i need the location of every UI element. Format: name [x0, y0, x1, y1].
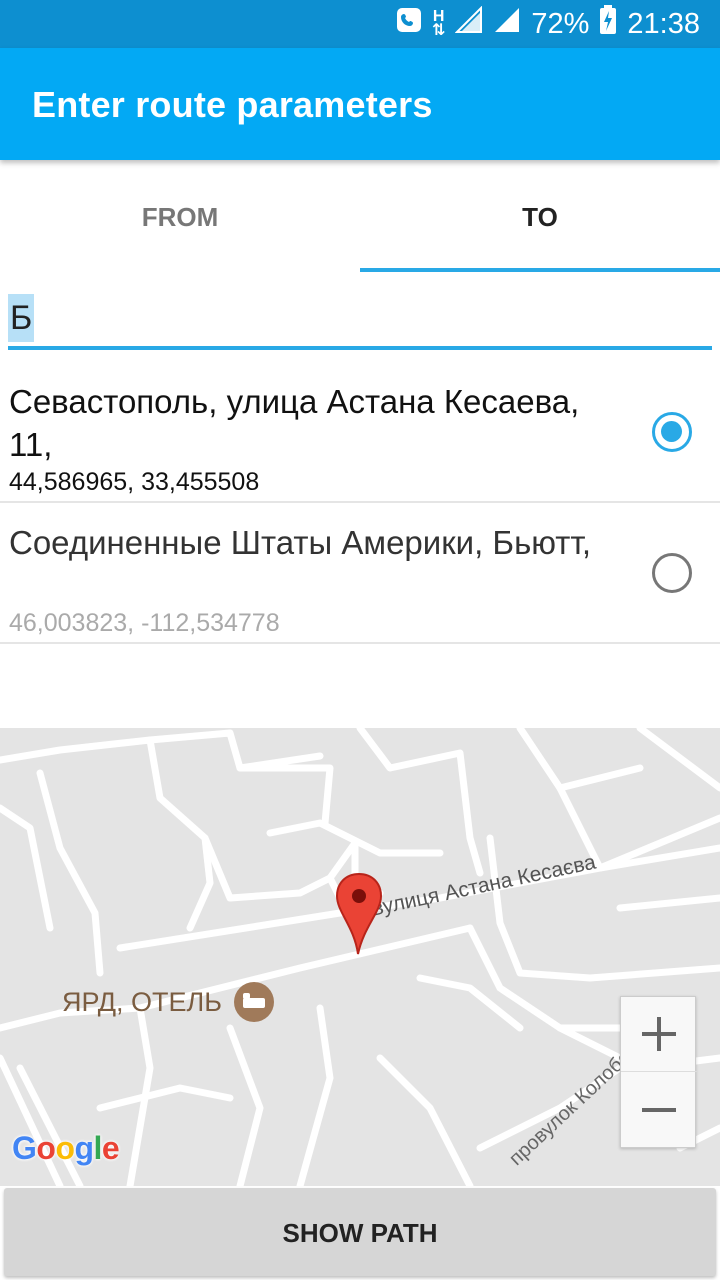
map-roads	[0, 728, 720, 1186]
result-address: Севастополь, улица Астана Кесаева, 11,	[9, 383, 580, 463]
zoom-controls	[620, 996, 697, 1148]
zoom-in-button[interactable]	[621, 997, 697, 1072]
hotel-bed-icon	[233, 982, 274, 1022]
search-input-value: Б	[8, 294, 35, 342]
map-marker-icon[interactable]	[335, 872, 383, 956]
address-search-input[interactable]: Б	[8, 288, 712, 350]
app-bar: Enter route parameters	[0, 48, 720, 160]
poi-hotel[interactable]: ЯРД, ОТЕЛЬ	[62, 982, 274, 1022]
tab-bar: FROM TO	[0, 160, 720, 272]
status-bar: H ⇅ 72% 21:38	[0, 0, 720, 48]
status-icons: H ⇅ 72% 21:38	[396, 0, 700, 48]
poi-label: ЯРД, ОТЕЛЬ	[62, 986, 222, 1017]
page-title: Enter route parameters	[32, 84, 433, 125]
phone-call-icon	[396, 7, 422, 41]
list-item[interactable]: Севастополь, улица Астана Кесаева, 11, 4…	[0, 362, 720, 503]
result-coordinates: 46,003823, -112,534778	[9, 609, 280, 637]
tab-indicator	[360, 268, 720, 272]
result-coordinates: 44,586965, 33,455508	[9, 468, 260, 496]
tab-to[interactable]: TO	[360, 160, 720, 272]
show-path-button[interactable]: SHOW PATH	[4, 1188, 716, 1276]
list-item[interactable]: Соединенные Штаты Америки, Бьютт, 46,003…	[0, 503, 720, 644]
google-logo: Google	[12, 1130, 120, 1166]
map-view[interactable]: вулиця Астана Кесаєва провулок Колобова …	[0, 728, 720, 1186]
signal-icon	[493, 6, 521, 42]
results-list: Севастополь, улица Астана Кесаева, 11, 4…	[0, 362, 720, 644]
radio-button[interactable]	[652, 553, 692, 593]
tab-from[interactable]: FROM	[0, 160, 360, 272]
clock: 21:38	[627, 7, 700, 40]
battery-charging-icon	[599, 5, 617, 43]
result-address: Соединенные Штаты Америки, Бьютт,	[9, 524, 592, 561]
network-type-label: H	[432, 8, 445, 25]
radio-button-selected[interactable]	[652, 412, 692, 452]
zoom-out-button[interactable]	[621, 1073, 697, 1148]
battery-percent: 72%	[531, 7, 590, 40]
data-h-icon: H ⇅	[431, 8, 446, 39]
signal-icon	[454, 5, 483, 42]
bottom-bar: SHOW PATH	[0, 1186, 720, 1280]
